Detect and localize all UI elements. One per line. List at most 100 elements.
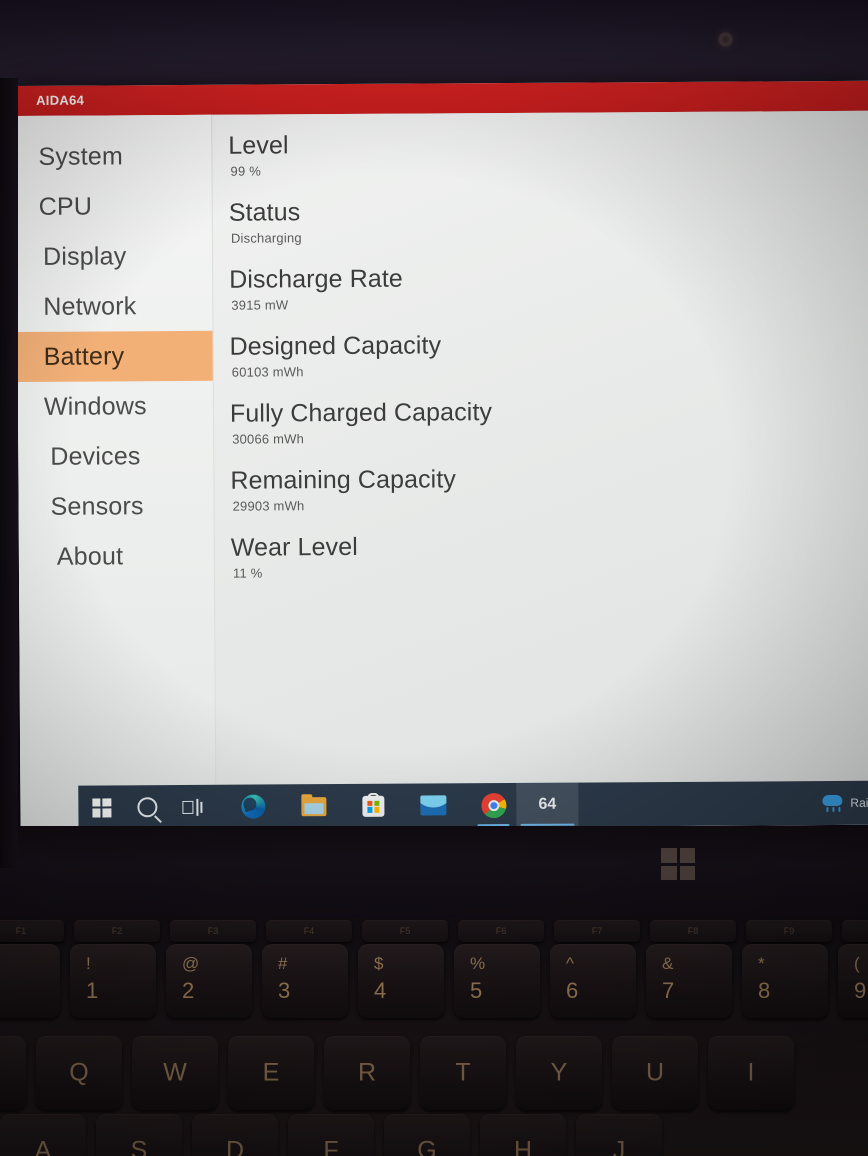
key-i[interactable]: I — [708, 1036, 794, 1110]
key-f4[interactable]: F4 — [266, 920, 352, 942]
key-y[interactable]: Y — [516, 1036, 602, 1110]
sidebar-item-cpu[interactable]: CPU — [17, 181, 212, 232]
detail-row: Remaining Capacity 29903 mWh — [230, 462, 868, 517]
detail-label: Wear Level — [230, 532, 358, 562]
key-backtick[interactable]: ~ ` — [0, 944, 60, 1018]
key-9[interactable]: ( 9 — [838, 944, 868, 1018]
detail-value: 29903 mWh — [232, 498, 305, 514]
edge-button[interactable] — [230, 784, 276, 828]
key-f[interactable]: F — [288, 1114, 374, 1156]
key-q[interactable]: Q — [36, 1036, 122, 1110]
mail-button[interactable] — [410, 783, 456, 827]
key-f2[interactable]: F2 — [74, 920, 160, 942]
key-r[interactable]: R — [324, 1036, 410, 1110]
key-3[interactable]: # 3 — [262, 944, 348, 1018]
windows-logo-sticker-icon — [661, 848, 695, 880]
key-f6[interactable]: F6 — [458, 920, 544, 942]
key-8[interactable]: * 8 — [742, 944, 828, 1018]
detail-value: 60103 mWh — [231, 364, 304, 380]
sidebar-item-network[interactable]: Network — [17, 281, 212, 332]
key-j[interactable]: J — [576, 1114, 662, 1156]
windows-taskbar: 64 Rai — [78, 780, 868, 830]
windows-logo-icon — [91, 797, 111, 818]
detail-value: Discharging — [230, 230, 302, 246]
edge-icon — [241, 794, 266, 819]
detail-label: Status — [228, 198, 301, 227]
chrome-button[interactable] — [470, 783, 516, 827]
key-f9[interactable]: F9 — [746, 920, 832, 942]
search-icon — [137, 797, 158, 818]
laptop-top-bezel — [0, 0, 868, 90]
microsoft-store-button[interactable] — [350, 784, 396, 828]
key-1[interactable]: ! 1 — [70, 944, 156, 1018]
laptop-keyboard: F1 F2 F3 F4 F5 F6 F7 F8 F9 F10 ~ ` ! 1 @… — [0, 918, 868, 1156]
detail-value: 3915 mW — [231, 297, 289, 313]
key-f10[interactable]: F10 — [842, 920, 868, 942]
key-f1[interactable]: F1 — [0, 920, 64, 942]
keyboard-qwerty-row: ab Q W E R T Y U I — [0, 1036, 794, 1110]
key-t[interactable]: T — [420, 1036, 506, 1110]
laptop-photo-scene: AIDA64 System CPU Display Network Batter… — [0, 0, 868, 1156]
key-u[interactable]: U — [612, 1036, 698, 1110]
detail-row: Designed Capacity 60103 mWh — [230, 328, 868, 383]
weather-widget[interactable]: Rai — [822, 794, 868, 813]
laptop-screen: AIDA64 System CPU Display Network Batter… — [16, 80, 868, 830]
key-e[interactable]: E — [228, 1036, 314, 1110]
sidebar-item-about[interactable]: About — [19, 531, 214, 582]
sidebar: System CPU Display Network Battery Windo… — [16, 114, 217, 830]
detail-value: 99 % — [230, 163, 262, 179]
task-view-icon — [182, 798, 204, 816]
battery-details-pane: Level 99 % Status Discharging Discharge … — [212, 111, 868, 829]
chrome-icon — [480, 792, 506, 818]
keyboard-function-row: F1 F2 F3 F4 F5 F6 F7 F8 F9 F10 — [0, 920, 868, 942]
detail-label: Level — [228, 131, 289, 160]
webcam-lens-icon — [718, 32, 733, 47]
store-icon — [362, 795, 385, 817]
key-6[interactable]: ^ 6 — [550, 944, 636, 1018]
key-f3[interactable]: F3 — [170, 920, 256, 942]
keyboard-home-row: ock A S D F G H J — [0, 1114, 662, 1156]
keyboard-number-row: ~ ` ! 1 @ 2 # 3 $ 4 % 5 — [0, 944, 868, 1018]
weather-label: Rai — [850, 795, 868, 810]
taskbar-spacer — [578, 803, 822, 804]
folder-icon — [300, 796, 326, 816]
key-f7[interactable]: F7 — [554, 920, 640, 942]
task-view-button[interactable] — [170, 785, 216, 829]
detail-row: Status Discharging — [229, 194, 868, 249]
start-button[interactable] — [78, 785, 124, 829]
key-4[interactable]: $ 4 — [358, 944, 444, 1018]
key-s[interactable]: S — [96, 1114, 182, 1156]
sidebar-item-windows[interactable]: Windows — [18, 381, 213, 432]
key-f5[interactable]: F5 — [362, 920, 448, 942]
sidebar-item-battery[interactable]: Battery — [17, 330, 213, 382]
key-2[interactable]: @ 2 — [166, 944, 252, 1018]
detail-row: Wear Level 11 % — [231, 529, 868, 584]
sidebar-item-devices[interactable]: Devices — [18, 431, 213, 482]
detail-label: Fully Charged Capacity — [229, 398, 493, 428]
detail-label: Discharge Rate — [229, 264, 403, 294]
detail-value: 30066 mWh — [232, 431, 305, 447]
aida64-taskbar-tile[interactable]: 64 — [516, 782, 579, 827]
detail-row: Discharge Rate 3915 mW — [229, 261, 868, 316]
laptop-left-bezel — [0, 78, 18, 868]
mail-icon — [420, 795, 447, 816]
key-g[interactable]: G — [384, 1114, 470, 1156]
key-tab[interactable]: ab — [0, 1036, 26, 1110]
key-5[interactable]: % 5 — [454, 944, 540, 1018]
search-button[interactable] — [124, 785, 170, 829]
key-f8[interactable]: F8 — [650, 920, 736, 942]
sidebar-item-sensors[interactable]: Sensors — [18, 481, 213, 532]
detail-row: Level 99 % — [228, 127, 868, 182]
sidebar-item-system[interactable]: System — [16, 131, 211, 182]
rain-cloud-icon — [822, 794, 844, 813]
file-explorer-button[interactable] — [290, 784, 336, 828]
app-title: AIDA64 — [36, 92, 85, 108]
detail-row: Fully Charged Capacity 30066 mWh — [230, 395, 868, 450]
sidebar-item-display[interactable]: Display — [17, 231, 212, 282]
key-h[interactable]: H — [480, 1114, 566, 1156]
key-w[interactable]: W — [132, 1036, 218, 1110]
key-7[interactable]: & 7 — [646, 944, 732, 1018]
key-d[interactable]: D — [192, 1114, 278, 1156]
key-a[interactable]: A — [0, 1114, 86, 1156]
app-body: System CPU Display Network Battery Windo… — [16, 110, 868, 830]
